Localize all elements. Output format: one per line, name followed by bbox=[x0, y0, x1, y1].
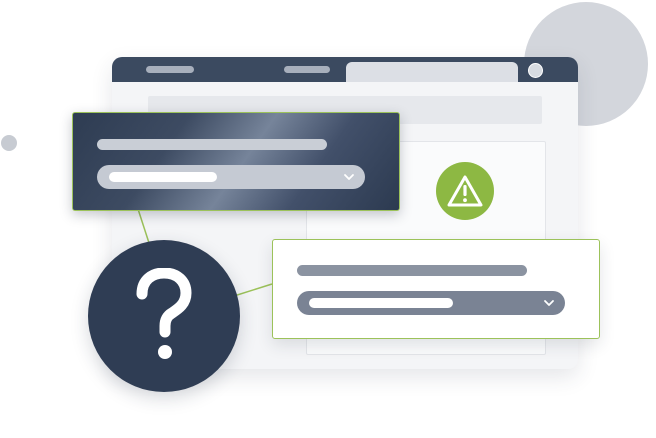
help-circle bbox=[88, 240, 240, 392]
tab-placeholder bbox=[146, 66, 194, 73]
dropdown-select[interactable] bbox=[297, 291, 565, 315]
warning-badge bbox=[436, 162, 494, 220]
field-label-placeholder bbox=[297, 265, 527, 276]
selected-value-placeholder bbox=[309, 298, 453, 308]
chevron-down-icon bbox=[544, 300, 554, 306]
tab-placeholder bbox=[284, 66, 330, 73]
chevron-down-icon bbox=[344, 174, 354, 180]
form-card-light bbox=[272, 239, 600, 339]
dropdown-select[interactable] bbox=[97, 165, 365, 189]
window-title-bar bbox=[112, 57, 578, 82]
form-card-dark bbox=[72, 112, 400, 211]
question-mark-icon bbox=[136, 268, 192, 359]
selected-value-placeholder bbox=[109, 172, 217, 182]
warning-triangle-icon bbox=[447, 175, 483, 207]
active-tab bbox=[346, 62, 518, 82]
background-dot bbox=[1, 135, 17, 151]
field-label-placeholder bbox=[97, 139, 327, 150]
window-control-button bbox=[528, 63, 543, 78]
